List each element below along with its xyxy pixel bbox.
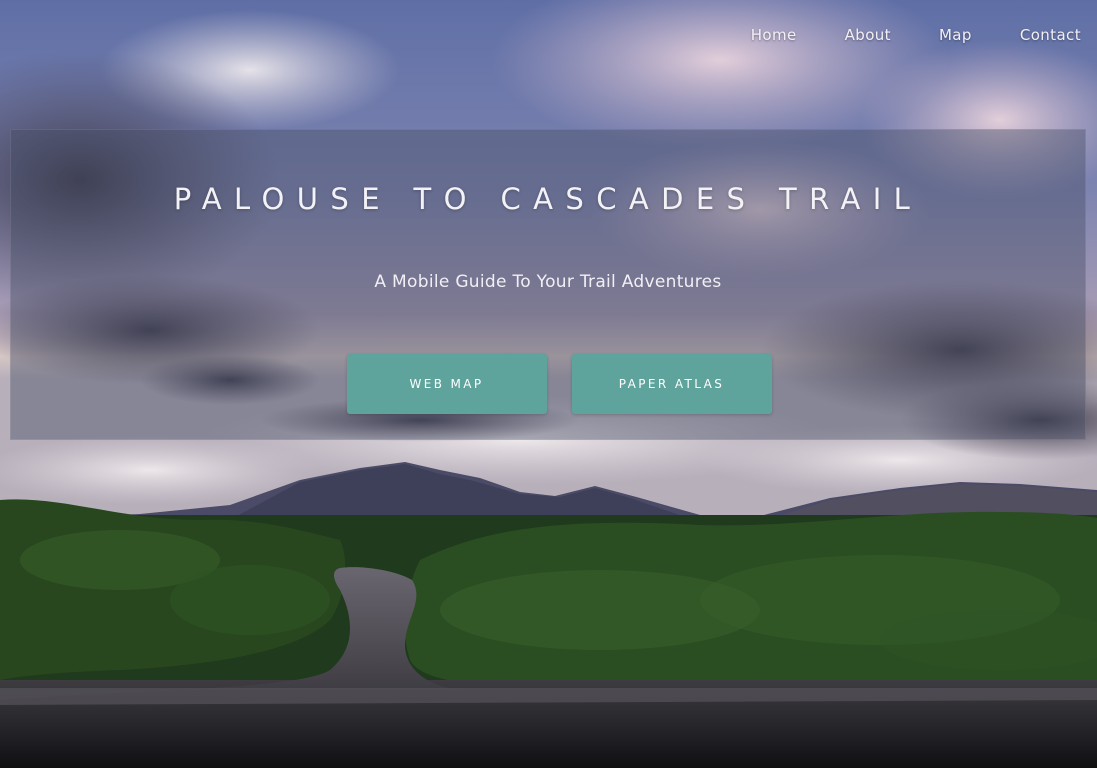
nav-link-map[interactable]: Map [939,26,972,44]
hero-overlay-panel: PALOUSE TO CASCADES TRAIL A Mobile Guide… [10,129,1086,440]
web-map-button[interactable]: WEB MAP [346,354,547,414]
nav-link-home[interactable]: Home [751,26,797,44]
hero-section: Home About Map Contact PALOUSE TO CASCAD… [0,0,1097,768]
nav-link-contact[interactable]: Contact [1020,26,1081,44]
top-navigation: Home About Map Contact [703,26,1081,44]
site-title: PALOUSE TO CASCADES TRAIL [173,182,923,216]
nav-link-about[interactable]: About [845,26,891,44]
hero-button-row: WEB MAP PAPER ATLAS [11,354,1085,414]
site-subtitle: A Mobile Guide To Your Trail Adventures [374,272,722,292]
paper-atlas-button[interactable]: PAPER ATLAS [571,354,772,414]
